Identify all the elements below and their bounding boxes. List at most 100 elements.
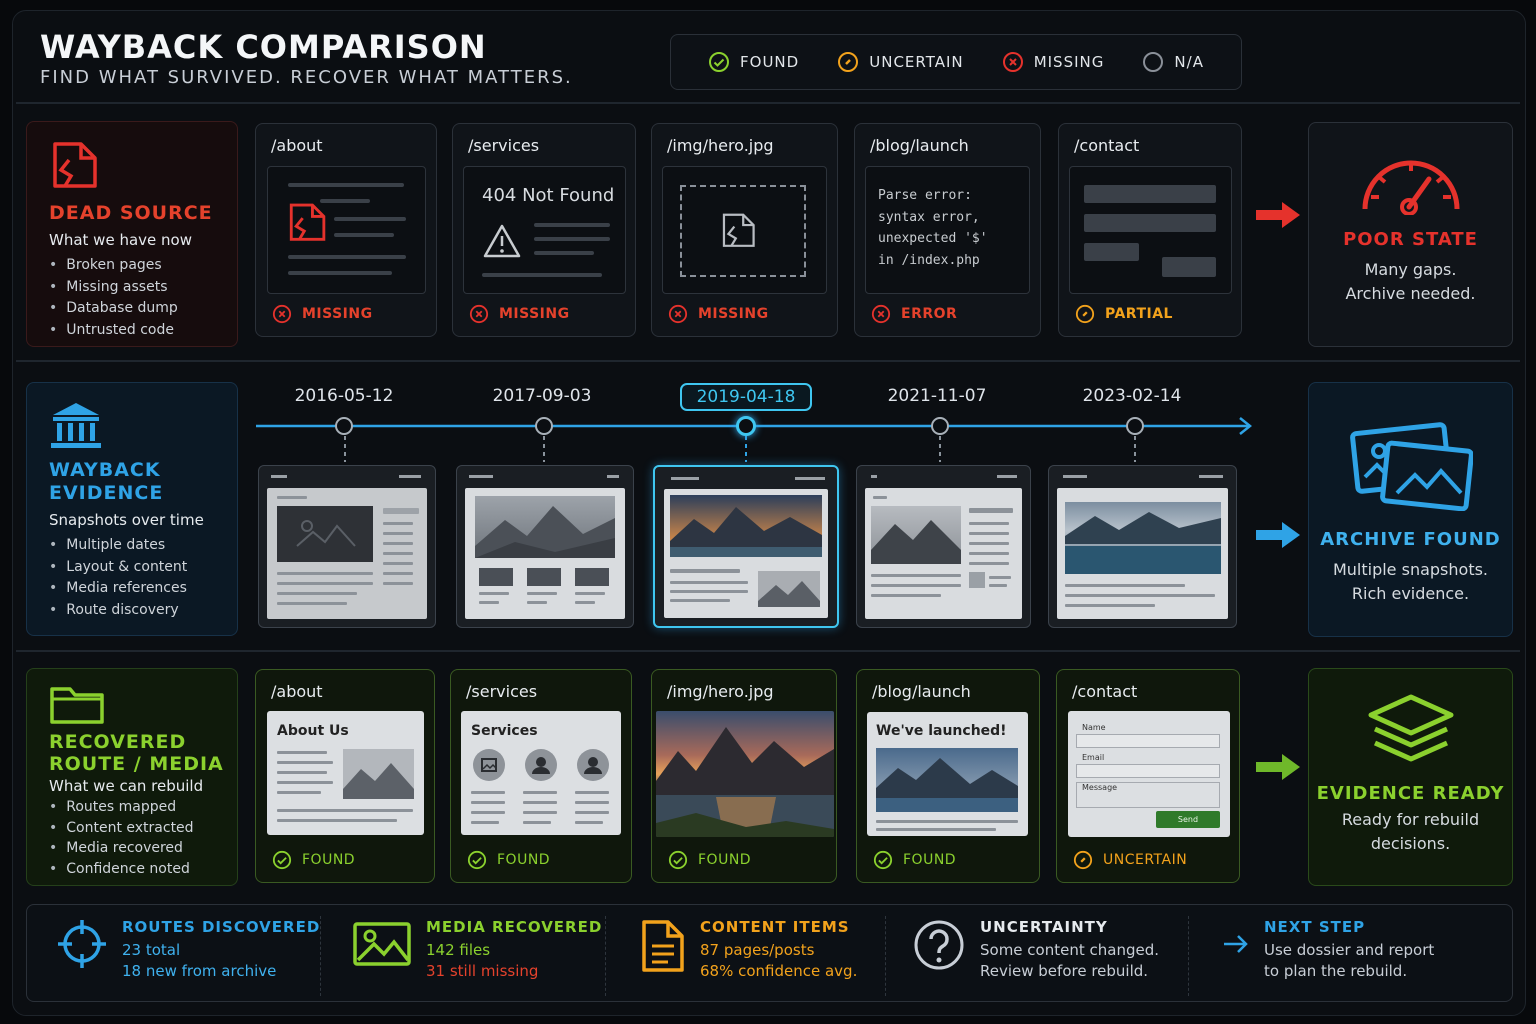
institution-icon	[51, 403, 101, 448]
status-label: FOUND	[497, 852, 551, 868]
legend-uncertain: UNCERTAIN	[837, 51, 963, 73]
timeline-node[interactable]	[335, 417, 353, 435]
form-preview	[1069, 166, 1232, 294]
page-preview: We've launched!	[867, 712, 1028, 836]
status-missing: MISSING	[272, 304, 373, 324]
stat-routes: ROUTES DISCOVERED 23 total 18 new from a…	[56, 918, 320, 982]
message-field[interactable]	[1076, 782, 1220, 808]
archive-found-panel: ARCHIVE FOUND Multiple snapshots. Rich e…	[1308, 382, 1513, 637]
divider	[16, 102, 1520, 104]
send-button[interactable]: Send	[1156, 811, 1220, 828]
poor-state-title: POOR STATE	[1343, 229, 1478, 250]
legend-missing: MISSING	[1002, 51, 1105, 73]
image-icon	[353, 922, 411, 966]
dead-card-services[interactable]: /services 404 Not Found MISSING	[452, 123, 636, 337]
dead-card-about[interactable]: /about MISSING	[255, 123, 437, 337]
contact-form-preview: Name Email Message Send	[1068, 711, 1230, 837]
bullet: Layout & content	[49, 557, 204, 579]
snapshot-date[interactable]: 2016-05-12	[274, 386, 414, 406]
email-field[interactable]	[1076, 764, 1220, 778]
preview-heading: Services	[471, 723, 538, 739]
legend-uncertain-label: UNCERTAIN	[869, 53, 964, 71]
form-label-name: Name	[1082, 723, 1106, 732]
route-path: /contact	[1072, 682, 1138, 701]
stat-line: Review before rebuild.	[980, 962, 1149, 980]
check-circle-icon	[709, 52, 730, 72]
dead-card-contact[interactable]: /contact PARTIAL	[1058, 123, 1242, 337]
snapshot-thumbnail[interactable]	[258, 465, 436, 628]
poor-state-panel: POOR STATE Many gaps. Archive needed.	[1308, 122, 1513, 347]
poor-state-line: Archive needed.	[1345, 284, 1476, 303]
snapshot-date-selected[interactable]: 2019-04-18	[680, 383, 812, 411]
bullet: Routes mapped	[49, 797, 224, 818]
recovered-card-services[interactable]: /services Services FOUND	[450, 669, 632, 883]
route-path: /contact	[1074, 136, 1140, 155]
bullet: Missing assets	[49, 277, 213, 299]
dead-card-hero-image[interactable]: /img/hero.jpg MISSING	[651, 123, 838, 337]
divider	[320, 916, 321, 996]
dead-card-blog-launch[interactable]: /blog/launch Parse error: syntax error, …	[854, 123, 1041, 337]
evidence-ready-panel: EVIDENCE READY Ready for rebuild decisio…	[1308, 668, 1513, 886]
broken-file-icon	[722, 213, 755, 247]
status-label: UNCERTAIN	[1103, 852, 1188, 868]
wayback-subtitle: Snapshots over time	[49, 511, 204, 529]
arrow-right-icon	[1256, 754, 1300, 780]
stat-line: 23 total	[122, 941, 181, 959]
status-found: FOUND	[272, 850, 355, 870]
divider	[605, 916, 606, 996]
error-line: Parse error:	[878, 188, 972, 203]
snapshot-date[interactable]: 2017-09-03	[472, 386, 612, 406]
not-found-text: 404 Not Found	[482, 185, 615, 206]
recovered-card-about[interactable]: /about About Us FOUND	[255, 669, 435, 883]
snapshot-date[interactable]: 2023-02-14	[1062, 386, 1202, 406]
snapshot-thumbnail[interactable]	[456, 465, 634, 628]
x-circle-icon	[1002, 52, 1023, 72]
snapshot-date[interactable]: 2021-11-07	[867, 386, 1007, 406]
snapshot-thumbnail[interactable]	[856, 465, 1031, 628]
warning-icon	[483, 224, 521, 258]
bullet: Database dump	[49, 298, 213, 320]
evidence-ready-line: Ready for rebuild	[1341, 810, 1480, 829]
snapshot-thumbnail-selected[interactable]	[653, 465, 839, 628]
recovered-card-contact[interactable]: /contact Name Email Message Send UNCERTA…	[1056, 669, 1240, 883]
status-found: FOUND	[668, 850, 751, 870]
page-preview	[267, 166, 426, 294]
status-label: FOUND	[302, 852, 356, 868]
stat-title: CONTENT ITEMS	[700, 918, 850, 936]
document-icon	[642, 920, 684, 972]
name-field[interactable]	[1076, 734, 1220, 748]
x-circle-icon	[668, 304, 688, 324]
dead-source-panel: DEAD SOURCE What we have now Broken page…	[26, 121, 238, 347]
stat-media: MEDIA RECOVERED 142 files 31 still missi…	[352, 918, 602, 982]
stat-next-step: NEXT STEP Use dossier and report to plan…	[1222, 918, 1434, 982]
stat-title: ROUTES DISCOVERED	[122, 918, 321, 936]
page-title: WAYBACK COMPARISON	[40, 28, 487, 66]
route-path: /services	[468, 136, 540, 155]
status-label: MISSING	[698, 306, 769, 322]
preview-heading: About Us	[277, 723, 349, 739]
question-circle-icon	[914, 920, 964, 970]
timeline-node[interactable]	[535, 417, 553, 435]
dead-source-title: DEAD SOURCE	[49, 202, 213, 224]
crosshair-icon	[58, 920, 106, 968]
snapshot-thumbnail[interactable]	[1048, 465, 1237, 628]
error-line: in /index.php	[878, 252, 980, 268]
timeline-node-selected[interactable]	[736, 416, 756, 436]
gauge-icon	[1362, 160, 1459, 216]
page-preview: About Us	[267, 711, 424, 835]
recovered-card-hero-image[interactable]: /img/hero.jpg FOUND	[651, 669, 837, 883]
check-circle-icon	[272, 850, 292, 870]
status-uncertain: UNCERTAIN	[1073, 850, 1187, 870]
evidence-ready-line: decisions.	[1370, 834, 1451, 853]
recovered-card-blog-launch[interactable]: /blog/launch We've launched! FOUND	[856, 669, 1040, 883]
timeline-node[interactable]	[1126, 417, 1144, 435]
form-label-email: Email	[1082, 753, 1105, 762]
x-circle-icon	[871, 304, 891, 324]
page-preview: Services	[461, 711, 621, 835]
timeline-node[interactable]	[931, 417, 949, 435]
divider	[16, 360, 1520, 362]
legend-missing-label: MISSING	[1033, 53, 1105, 71]
legend-na: N/A	[1142, 51, 1204, 73]
bullet: Confidence noted	[49, 859, 224, 880]
layers-icon	[1368, 694, 1453, 762]
